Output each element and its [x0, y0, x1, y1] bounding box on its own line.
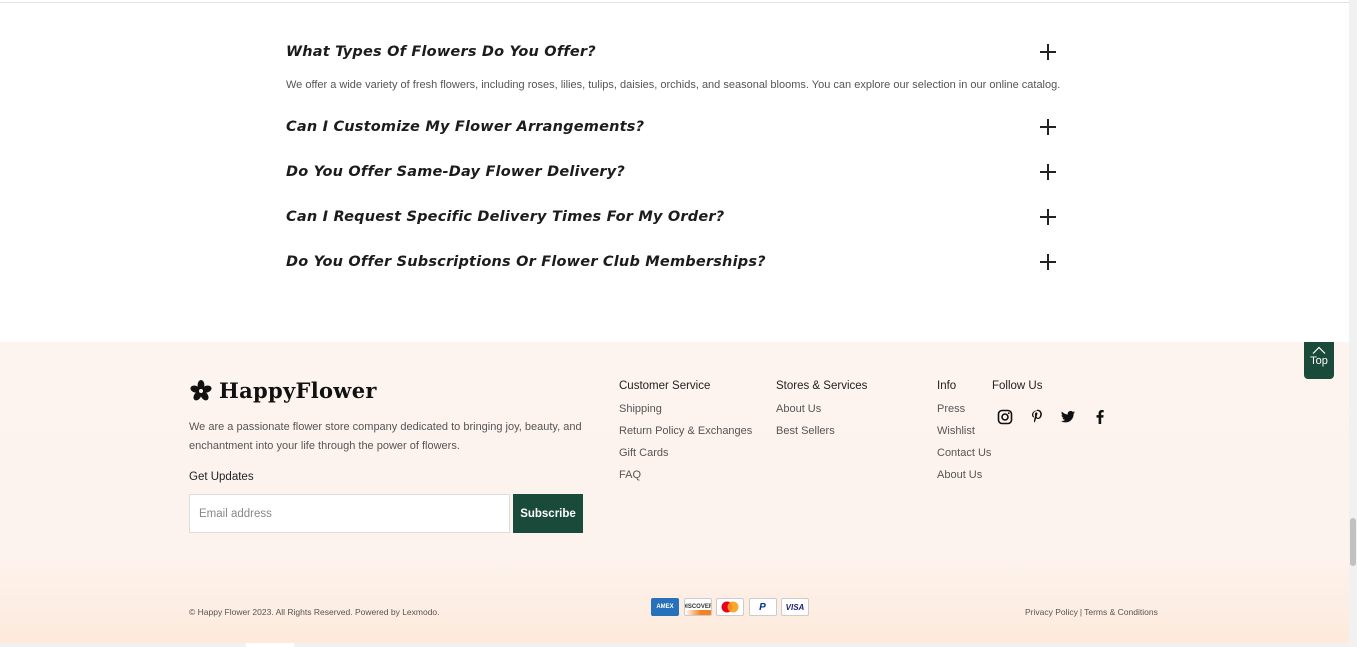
plus-icon[interactable]: [1040, 119, 1056, 135]
faq-question[interactable]: Can I Customize My Flower Arrangements?: [286, 113, 1066, 141]
faq-item[interactable]: Do You Offer Subscriptions Or Flower Clu…: [286, 248, 1066, 276]
footer-link-wishlist[interactable]: Wishlist: [937, 425, 991, 439]
amex-icon: AMEX: [651, 598, 679, 616]
back-to-top-label: Top: [1310, 355, 1328, 367]
discover-icon: DISCOVER: [683, 598, 712, 616]
column-heading: Customer Service: [619, 380, 711, 392]
email-input[interactable]: [189, 494, 510, 533]
chevron-up-icon: [1312, 346, 1326, 354]
faq-item[interactable]: Can I Request Specific Delivery Times Fo…: [286, 203, 1066, 231]
faq-item[interactable]: Can I Customize My Flower Arrangements?: [286, 113, 1066, 141]
brand-name: HappyFlower: [219, 378, 377, 403]
faq-item[interactable]: Do You Offer Same-Day Flower Delivery?: [286, 158, 1066, 186]
legal-links: Privacy Policy | Terms & Conditions: [1025, 607, 1158, 617]
footer-link-press[interactable]: Press: [937, 403, 991, 417]
twitter-icon[interactable]: [1060, 409, 1076, 425]
info-column: Info Press Wishlist Contact Us About Us: [937, 380, 991, 482]
footer-link-best-sellers[interactable]: Best Sellers: [776, 425, 867, 439]
faq-question[interactable]: Can I Request Specific Delivery Times Fo…: [286, 203, 1066, 231]
pinterest-icon[interactable]: [1029, 409, 1045, 425]
mastercard-icon: [716, 598, 744, 616]
back-to-top-button[interactable]: Top: [1304, 342, 1334, 379]
vertical-scrollbar[interactable]: [1349, 0, 1357, 647]
faq-section: What Types Of Flowers Do You Offer? We o…: [286, 38, 1066, 276]
plus-icon[interactable]: [1040, 254, 1056, 270]
instagram-icon[interactable]: [997, 409, 1013, 425]
plus-icon[interactable]: [1040, 164, 1056, 180]
privacy-policy-link[interactable]: Privacy Policy: [1025, 607, 1078, 617]
subscribe-button[interactable]: Subscribe: [513, 494, 583, 533]
footer-link-faq[interactable]: FAQ: [619, 469, 752, 483]
footer-link-contact-us[interactable]: Contact Us: [937, 447, 991, 461]
column-heading: Stores & Services: [776, 380, 868, 392]
top-divider: [0, 0, 1349, 3]
footer-link-gift-cards[interactable]: Gift Cards: [619, 447, 752, 461]
copyright-text: © Happy Flower 2023. All Rights Reserved…: [189, 607, 440, 617]
footer-link-shipping[interactable]: Shipping: [619, 403, 752, 417]
social-links: [997, 409, 1123, 425]
brand-description: We are a passionate flower store company…: [189, 421, 582, 452]
flower-logo-icon: [190, 379, 212, 400]
faq-question[interactable]: What Types Of Flowers Do You Offer?: [286, 38, 1066, 66]
site-footer: HappyFlower We are a passionate flower s…: [0, 342, 1349, 647]
visa-icon: VISA: [781, 598, 809, 616]
terms-conditions-link[interactable]: Terms & Conditions: [1084, 607, 1158, 617]
paypal-icon: P: [748, 598, 777, 616]
facebook-icon[interactable]: [1092, 409, 1108, 425]
footer-link-about-us[interactable]: About Us: [937, 469, 991, 483]
plus-icon[interactable]: [1040, 209, 1056, 225]
faq-question[interactable]: Do You Offer Subscriptions Or Flower Clu…: [286, 248, 1066, 276]
plus-icon[interactable]: [1040, 44, 1056, 60]
column-heading: Follow Us: [992, 380, 1043, 392]
legal-separator: |: [1079, 607, 1083, 617]
faq-answer: We offer a wide variety of fresh flowers…: [286, 79, 1061, 91]
horizontal-scrollbar-thumb[interactable]: [246, 643, 294, 647]
stores-services-column: Stores & Services About Us Best Sellers: [776, 380, 867, 438]
get-updates-label: Get Updates: [189, 471, 254, 483]
customer-service-column: Customer Service Shipping Return Policy …: [619, 380, 752, 482]
scrollbar-thumb[interactable]: [1350, 518, 1356, 566]
faq-question[interactable]: Do You Offer Same-Day Flower Delivery?: [286, 158, 1066, 186]
brand-logo[interactable]: HappyFlower: [189, 378, 377, 403]
footer-link-return-policy[interactable]: Return Policy & Exchanges: [619, 425, 752, 439]
footer-link-about-us[interactable]: About Us: [776, 403, 867, 417]
column-heading: Info: [937, 380, 957, 392]
horizontal-scrollbar[interactable]: [0, 643, 1349, 647]
follow-us-column: Follow Us: [992, 380, 1123, 425]
faq-item[interactable]: What Types Of Flowers Do You Offer? We o…: [286, 38, 1066, 95]
payment-methods: AMEX DISCOVER P VISA: [651, 598, 814, 616]
